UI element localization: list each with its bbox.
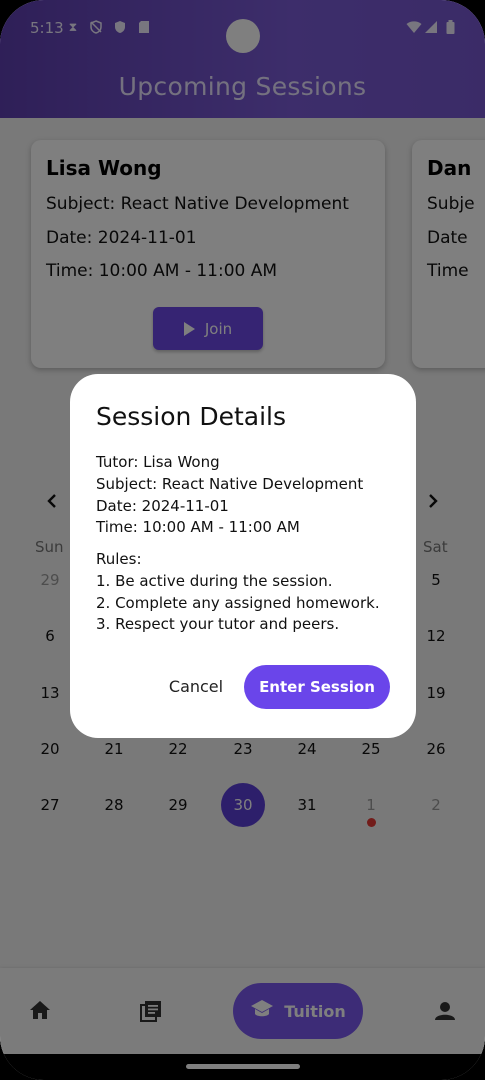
rule-item: 2. Complete any assigned homework. [96,594,380,612]
dialog-date: Date: 2024-11-01 [96,497,229,515]
session-details-dialog: Session Details Tutor: Lisa Wong Subject… [70,374,416,738]
app-screen: 5:13 ⧗ Upcoming Sessions [0,0,485,1080]
rule-item: 1. Be active during the session. [96,572,333,590]
rule-item: 3. Respect your tutor and peers. [96,615,340,633]
dialog-tutor: Tutor: Lisa Wong [96,453,220,471]
dialog-subject: Subject: React Native Development [96,475,364,493]
rules-heading: Rules: [96,550,142,568]
enter-session-button[interactable]: Enter Session [244,665,390,709]
dialog-title: Session Details [96,402,287,431]
cancel-button[interactable]: Cancel [156,665,236,709]
dialog-time: Time: 10:00 AM - 11:00 AM [96,518,300,536]
